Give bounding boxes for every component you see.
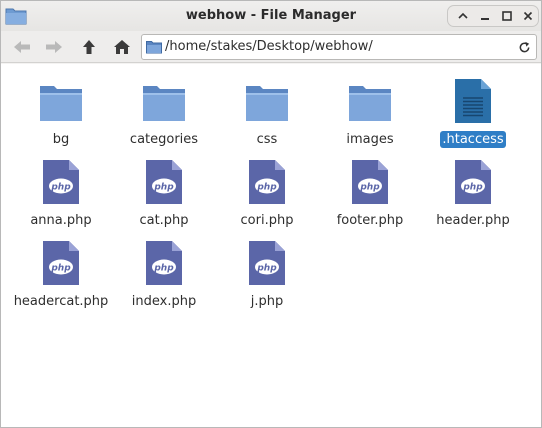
file-name: images	[346, 132, 394, 147]
folder-icon	[349, 86, 391, 121]
file-label: headercat.php	[9, 294, 113, 309]
file-name: header.php	[436, 213, 510, 228]
file-name: css	[256, 132, 278, 147]
file-name: categories	[129, 132, 199, 147]
folder-item[interactable]: bg	[9, 70, 113, 150]
folder-icon	[143, 86, 185, 121]
file-item[interactable]: php header.php	[421, 151, 525, 231]
up-button[interactable]	[76, 35, 102, 59]
php-file-icon: php	[146, 241, 182, 285]
file-label: .htaccess	[421, 131, 525, 148]
php-file-icon: php	[249, 160, 285, 204]
location-bar[interactable]: /home/stakes/Desktop/webhow/	[141, 34, 537, 60]
toolbar: /home/stakes/Desktop/webhow/	[1, 31, 541, 63]
php-file-icon: php	[455, 160, 491, 204]
file-name: index.php	[131, 294, 197, 309]
file-label: bg	[9, 132, 113, 147]
text-file-icon	[455, 79, 491, 123]
file-name: cat.php	[139, 213, 189, 228]
home-button[interactable]	[109, 35, 135, 59]
home-icon	[114, 40, 130, 54]
file-label: images	[318, 132, 422, 147]
file-name: cori.php	[240, 213, 294, 228]
forward-button[interactable]	[41, 35, 67, 59]
svg-text:php: php	[50, 264, 71, 274]
file-item[interactable]: php anna.php	[9, 151, 113, 231]
svg-text:php: php	[359, 183, 380, 193]
php-file-icon: php	[249, 241, 285, 285]
file-label: cat.php	[112, 213, 216, 228]
svg-text:php: php	[462, 183, 483, 193]
maximize-button[interactable]	[496, 7, 518, 25]
forward-arrow-icon	[46, 41, 62, 53]
folder-item[interactable]: css	[215, 70, 319, 150]
file-label: categories	[112, 132, 216, 147]
back-arrow-icon	[14, 41, 30, 53]
file-item[interactable]: php cori.php	[215, 151, 319, 231]
folder-item[interactable]: categories	[112, 70, 216, 150]
file-label: j.php	[215, 294, 319, 309]
folder-item[interactable]: images	[318, 70, 422, 150]
file-name: headercat.php	[13, 294, 109, 309]
php-file-icon: php	[43, 160, 79, 204]
title-bar[interactable]: webhow - File Manager	[1, 1, 541, 31]
up-arrow-icon	[83, 40, 95, 54]
file-label: anna.php	[9, 213, 113, 228]
folder-icon	[40, 86, 82, 121]
file-item[interactable]: php footer.php	[318, 151, 422, 231]
file-item[interactable]: php headercat.php	[9, 232, 113, 312]
svg-text:php: php	[153, 264, 174, 274]
file-item[interactable]: php index.php	[112, 232, 216, 312]
php-file-icon: php	[43, 241, 79, 285]
maximize-icon	[502, 11, 512, 21]
file-item[interactable]: .htaccess	[421, 70, 525, 150]
file-view[interactable]: bg categories css images .htaccess php anna.ph…	[1, 64, 541, 427]
svg-text:php: php	[256, 264, 277, 274]
close-button[interactable]	[517, 7, 539, 25]
minimize-button[interactable]	[474, 7, 496, 25]
file-item[interactable]: php cat.php	[112, 151, 216, 231]
file-name: .htaccess	[440, 131, 506, 148]
folder-icon	[146, 41, 162, 54]
file-label: css	[215, 132, 319, 147]
svg-text:php: php	[50, 183, 71, 193]
file-name: anna.php	[30, 213, 92, 228]
php-file-icon: php	[146, 160, 182, 204]
svg-text:php: php	[256, 183, 277, 193]
file-label: footer.php	[318, 213, 422, 228]
reload-icon	[519, 41, 529, 52]
location-path: /home/stakes/Desktop/webhow/	[165, 39, 373, 54]
svg-text:php: php	[153, 183, 174, 193]
minimize-icon	[481, 18, 489, 20]
file-label: index.php	[112, 294, 216, 309]
file-name: j.php	[250, 294, 284, 309]
raise-icon	[458, 12, 468, 19]
file-label: cori.php	[215, 213, 319, 228]
file-label: header.php	[421, 213, 525, 228]
file-name: bg	[52, 132, 70, 147]
window-controls	[447, 5, 539, 27]
back-button[interactable]	[9, 35, 35, 59]
close-icon	[523, 11, 533, 21]
folder-icon	[246, 86, 288, 121]
file-name: footer.php	[336, 213, 404, 228]
file-manager-window: webhow - File Manager /home/stakes/Deskt…	[0, 0, 542, 428]
raise-button[interactable]	[452, 7, 474, 25]
reload-button[interactable]	[515, 38, 533, 56]
file-item[interactable]: php j.php	[215, 232, 319, 312]
php-file-icon: php	[352, 160, 388, 204]
